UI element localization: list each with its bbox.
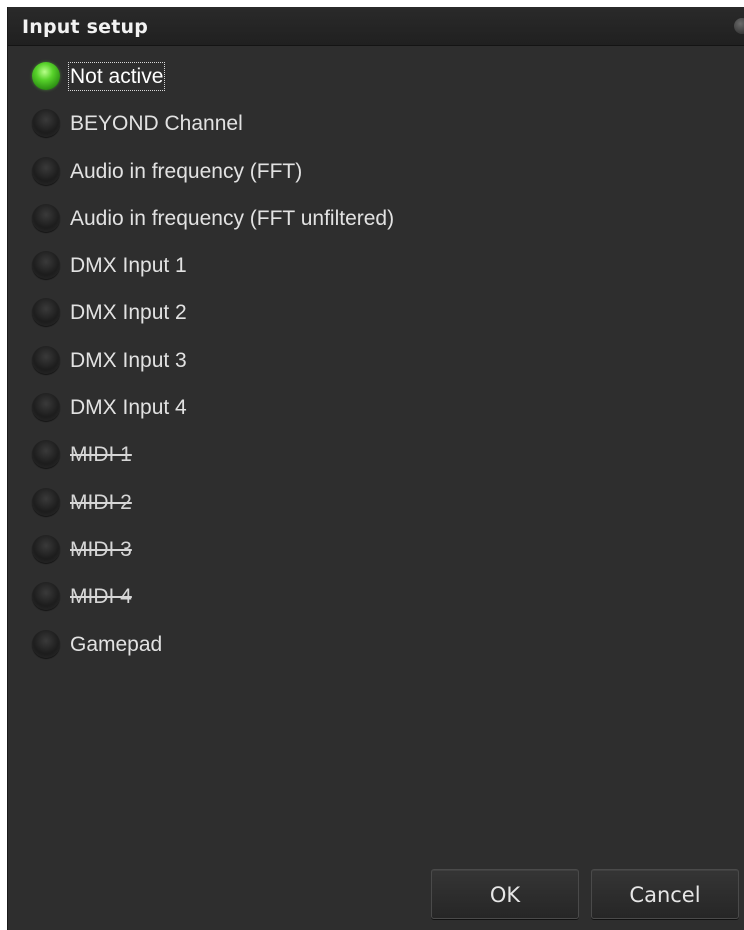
radio-option[interactable]: DMX Input 4: [32, 393, 394, 440]
radio-option[interactable]: Audio in frequency (FFT unfiltered): [32, 203, 394, 251]
radio-option-label[interactable]: BEYOND Channel: [70, 111, 243, 136]
radio-option[interactable]: BEYOND Channel: [32, 109, 394, 156]
radio-option-label[interactable]: Not active: [67, 62, 166, 91]
radio-option-label[interactable]: MIDI 2: [70, 490, 132, 515]
radio-option[interactable]: DMX Input 3: [32, 345, 394, 393]
radio-option-label[interactable]: DMX Input 1: [70, 253, 187, 278]
ok-button[interactable]: OK: [431, 869, 579, 919]
radio-option-label[interactable]: DMX Input 2: [70, 300, 187, 325]
radio-button[interactable]: [32, 109, 60, 138]
window-control-icon[interactable]: [734, 18, 744, 34]
radio-option-label[interactable]: MIDI 4: [70, 584, 132, 609]
radio-option[interactable]: DMX Input 2: [32, 298, 394, 345]
radio-option-label[interactable]: Audio in frequency (FFT unfiltered): [70, 206, 394, 231]
dialog-title: Input setup: [22, 16, 149, 38]
radio-option[interactable]: DMX Input 1: [32, 251, 394, 298]
radio-option[interactable]: MIDI 4: [32, 582, 394, 629]
radio-button-selected[interactable]: [32, 62, 60, 90]
radio-button[interactable]: [32, 582, 60, 611]
radio-button[interactable]: [32, 298, 60, 327]
radio-option[interactable]: Audio in frequency (FFT): [32, 156, 394, 204]
radio-button[interactable]: [32, 440, 60, 469]
radio-option[interactable]: Gamepad: [32, 629, 394, 677]
radio-option-label[interactable]: Audio in frequency (FFT): [70, 159, 302, 184]
radio-option-label[interactable]: Gamepad: [70, 632, 162, 657]
cancel-button[interactable]: Cancel: [591, 869, 739, 919]
radio-button[interactable]: [32, 393, 60, 422]
radio-option-label[interactable]: MIDI 1: [70, 442, 132, 467]
input-source-radio-group: Not active BEYOND Channel Audio in frequen…: [32, 62, 394, 677]
radio-button[interactable]: [32, 629, 60, 658]
radio-button[interactable]: [32, 487, 60, 516]
radio-button[interactable]: [32, 251, 60, 280]
radio-button[interactable]: [32, 534, 60, 563]
radio-button[interactable]: [32, 345, 60, 374]
radio-option-label[interactable]: MIDI 3: [70, 537, 132, 562]
radio-option-label[interactable]: DMX Input 3: [70, 348, 187, 373]
radio-button[interactable]: [32, 156, 60, 185]
radio-option[interactable]: MIDI 1: [32, 440, 394, 487]
radio-option[interactable]: Not active: [32, 62, 394, 109]
radio-option[interactable]: MIDI 2: [32, 487, 394, 535]
title-bar[interactable]: Input setup: [8, 7, 744, 46]
radio-option[interactable]: MIDI 3: [32, 534, 394, 582]
radio-option-label[interactable]: DMX Input 4: [70, 395, 187, 420]
input-setup-dialog: Input setup Not active BEYOND Channel Audi…: [7, 7, 744, 930]
radio-button[interactable]: [32, 203, 60, 232]
